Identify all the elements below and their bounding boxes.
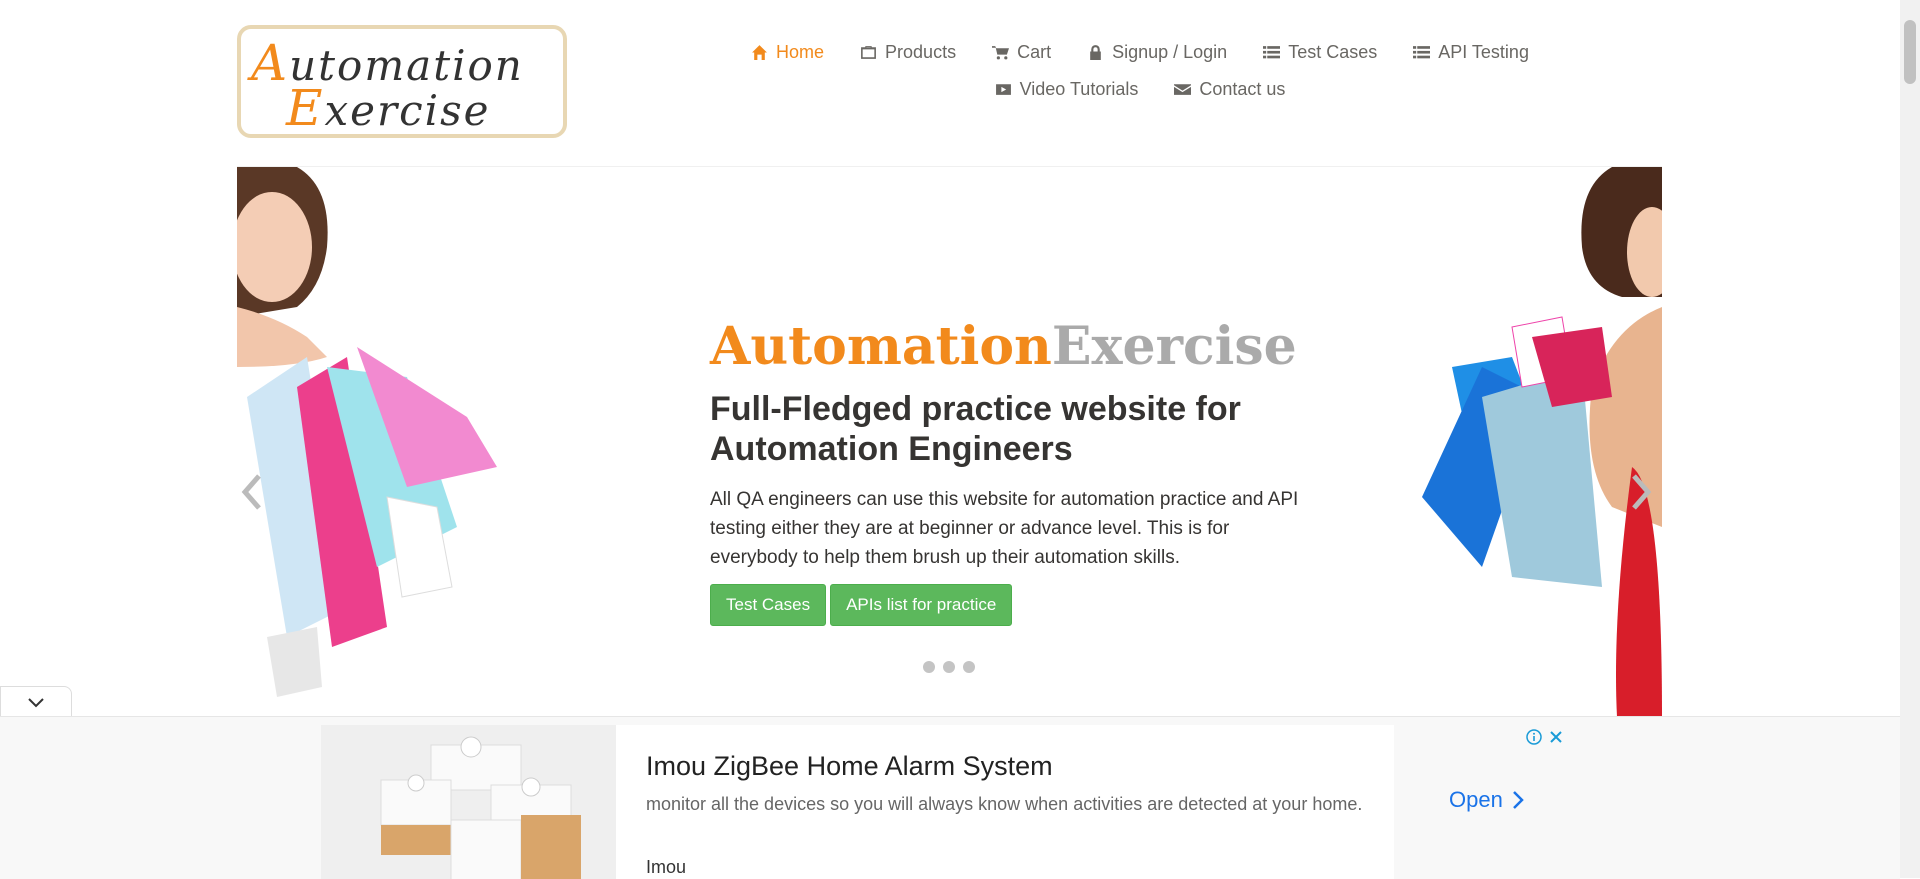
slide-brand-automation: Automation: [710, 316, 1052, 377]
nav-products-label: Products: [885, 42, 957, 62]
main-nav: Home Products Cart Signup / Login Test C…: [740, 34, 1540, 108]
ad-description: monitor all the devices so you will alwa…: [646, 794, 1363, 814]
info-icon[interactable]: [1526, 729, 1542, 745]
ad-collapse-button[interactable]: [0, 686, 72, 716]
test-cases-button[interactable]: Test Cases: [710, 584, 827, 626]
nav-home[interactable]: Home: [751, 42, 824, 63]
ad-product-image: [321, 725, 616, 879]
ad-open-button[interactable]: Open: [1449, 787, 1527, 813]
slider-prev-button[interactable]: [237, 472, 267, 512]
slider-dot-3[interactable]: [963, 661, 975, 673]
close-icon[interactable]: [1548, 729, 1564, 745]
ad-title[interactable]: Imou ZigBee Home Alarm System: [646, 751, 1053, 782]
nav-video-tutorials[interactable]: Video Tutorials: [995, 79, 1139, 100]
ad-cta-area: Open: [1394, 725, 1576, 879]
nav-contact-us-label: Contact us: [1199, 79, 1286, 99]
logo-cap-a: A: [251, 34, 290, 92]
nav-signup-login[interactable]: Signup / Login: [1087, 42, 1227, 63]
nav-home-label: Home: [776, 42, 825, 62]
nav-test-cases[interactable]: Test Cases: [1263, 42, 1377, 63]
ad-brand: Imou: [646, 857, 687, 877]
slide-brand-exercise: Exercise: [1051, 316, 1297, 377]
list-icon: [1263, 46, 1281, 59]
nav-contact-us[interactable]: Contact us: [1174, 79, 1285, 100]
briefcase-icon: [861, 46, 876, 59]
nav-row-1: Home Products Cart Signup / Login Test C…: [740, 34, 1540, 71]
slider-dot-2[interactable]: [943, 661, 955, 673]
slide-buttons: Test Cases APIs list for practice: [710, 584, 1310, 626]
chevron-down-icon: [28, 697, 44, 707]
nav-api-testing[interactable]: API Testing: [1413, 42, 1529, 63]
list-icon: [1413, 46, 1431, 59]
chevron-right-icon: [1632, 474, 1652, 510]
nav-api-testing-label: API Testing: [1438, 42, 1529, 62]
ad-info-controls: [1526, 729, 1564, 745]
apis-list-button[interactable]: APIs list for practice: [830, 584, 1013, 626]
nav-cart[interactable]: Cart: [992, 42, 1051, 63]
site-logo[interactable]: Automation Exercise: [237, 25, 567, 138]
chevron-left-icon: [241, 474, 261, 510]
cart-icon: [992, 46, 1010, 60]
logo-rest-2: xercise: [324, 86, 491, 135]
nav-signup-login-label: Signup / Login: [1112, 42, 1228, 62]
nav-video-tutorials-label: Video Tutorials: [1019, 79, 1139, 99]
nav-row-2: Video Tutorials Contact us: [740, 71, 1540, 108]
lock-icon: [1090, 45, 1101, 60]
ad-open-label: Open: [1449, 787, 1503, 812]
slider-dot-1[interactable]: [923, 661, 935, 673]
logo-line-2: Exercise: [286, 79, 491, 137]
ad-banner: Imou ZigBee Home Alarm System monitor al…: [0, 716, 1900, 879]
model-image-right: [1422, 167, 1662, 717]
envelope-icon: [1174, 84, 1192, 95]
hero-slider: AutomationExercise Full-Fledged practice…: [237, 166, 1662, 717]
scrollbar-thumb[interactable]: [1904, 20, 1916, 84]
slider-indicators: [923, 661, 975, 673]
chevron-right-icon: [1512, 791, 1524, 809]
page-scrollbar[interactable]: [1900, 0, 1920, 878]
youtube-play-icon: [995, 84, 1011, 95]
nav-test-cases-label: Test Cases: [1288, 42, 1378, 62]
slide-description: All QA engineers can use this website fo…: [710, 489, 1299, 568]
nav-cart-label: Cart: [1017, 42, 1052, 62]
logo-cap-e: E: [286, 79, 325, 137]
nav-products[interactable]: Products: [860, 42, 956, 63]
slide-content: AutomationExercise Full-Fledged practice…: [710, 315, 1310, 626]
slider-next-button[interactable]: [1626, 472, 1656, 512]
slide-headline: Full-Fledged practice website for Automa…: [710, 390, 1241, 468]
model-image-left: [237, 167, 497, 697]
slide-brand: AutomationExercise: [710, 315, 1310, 379]
home-icon: [752, 45, 767, 60]
ad-card[interactable]: Imou ZigBee Home Alarm System monitor al…: [321, 725, 1576, 879]
